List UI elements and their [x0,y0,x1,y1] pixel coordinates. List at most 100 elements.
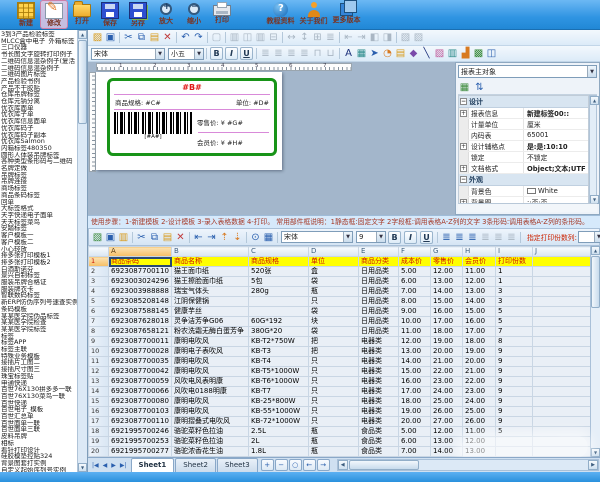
sidebar-item[interactable]: 客户模板二 [1,239,78,246]
grid-cell[interactable]: 15.00 [431,297,463,307]
row-number[interactable]: 7 [89,317,109,327]
grid-cell[interactable]: 5.00 [399,267,431,277]
row-number[interactable]: 13 [89,377,109,387]
grid-cell[interactable]: 24.00 [431,387,463,397]
cell-align-right-icon[interactable] [466,231,479,244]
sheet-action-button[interactable]: ← [303,459,316,471]
underline-button[interactable]: U [240,47,253,60]
grid-cell[interactable]: 瓶 [309,437,359,447]
sidebar-item[interactable]: 某某医学院伪品标签 [1,313,78,320]
sidebar-item[interactable]: 新ERP防伪序列号速查实例 [1,299,78,306]
sidebar-item[interactable]: 二维码图片标签 [1,71,78,78]
grid-cell[interactable]: 13.00 [399,347,431,357]
grid-cell[interactable]: 康明电吹风 [172,407,249,417]
grid-cell[interactable]: 9 [496,417,533,427]
grid-font-select[interactable]: 宋体 ▼ [281,231,353,243]
grid-cell[interactable]: 21.00 [431,357,463,367]
export-icon[interactable] [117,231,130,244]
grid-cell[interactable]: 电器类 [359,367,399,377]
grid-cell[interactable]: 17.00 [431,317,463,327]
grid-cell[interactable]: 成本价 [399,257,431,267]
sidebar-item[interactable]: 背景图套打实例 [1,460,78,467]
grid-cell[interactable]: 13.00 [431,437,463,447]
grid-cell[interactable]: 18.00 [463,337,496,347]
property-row[interactable]: +文档格式Object;文本;UTF [459,163,588,174]
grid-cell[interactable]: 6923087700103 [109,407,172,417]
scroll-up-icon[interactable]: ▲ [591,246,600,255]
same-size-icon[interactable] [311,31,324,44]
grid-cell[interactable]: 13.00 [463,287,496,297]
sidebar-item[interactable]: 百世电子_模板 [1,406,78,413]
grid-cell[interactable]: 日用品类 [359,267,399,277]
scroll-down-icon[interactable]: ▼ [78,463,87,472]
about-button[interactable]: 关于我们 [297,0,330,29]
insert-row-down-icon[interactable] [231,231,244,244]
sidebar-item[interactable]: 百世76X130菜鸟一联 [1,393,78,400]
sidebar-item[interactable]: 百世汇总单 [1,413,78,420]
grid-cell[interactable]: 17.00 [463,327,496,337]
sheet-action-button[interactable]: ○ [289,459,302,471]
retail-price-field[interactable]: 零售价: ¥ #G# [197,117,270,127]
row-number[interactable]: 12 [89,367,109,377]
grid-cell[interactable]: 电器类 [359,397,399,407]
copy-icon[interactable] [135,31,148,44]
row-number[interactable]: 4 [89,287,109,297]
tab-nav-button[interactable]: |◀ [90,459,101,472]
row-number[interactable]: 20 [89,447,109,457]
grid-cell[interactable]: 食品类 [359,427,399,437]
zoom-out-button[interactable]: 缩小 [180,0,208,29]
grid-cell[interactable]: 食品类 [359,437,399,447]
grid-cell[interactable]: 14.00 [431,287,463,297]
import-icon[interactable] [91,231,104,244]
grid-cell[interactable]: 商品分类 [359,257,399,267]
sidebar-item[interactable]: 3到3产品检验标签 [1,31,78,38]
align-right-icon[interactable] [254,31,267,44]
grid-horizontal-scrollbar[interactable]: ◀ ▶ [337,459,599,471]
grid-cell[interactable]: 22.00 [463,377,496,387]
grid-cell[interactable]: 健康芋丝 [172,307,249,317]
sidebar-item[interactable]: 某某医学院检查 [1,319,78,326]
sidebar-item[interactable]: 名牌定做 [1,165,78,172]
spec-field[interactable]: 商品规格: #C# [115,97,161,107]
grid-cell[interactable]: 骆驼浓香花生油 [172,447,249,457]
insert-col-left-icon[interactable] [192,231,205,244]
grid-cell[interactable]: 袋 [309,277,359,287]
sidebar-item[interactable]: 排多张打印模板2 [1,259,78,266]
grid-cell[interactable]: 袋 [309,307,359,317]
grid-cell[interactable]: 6923087700028 [109,347,172,357]
column-header-F[interactable]: F [399,247,431,257]
grid-cell[interactable]: 2L [249,437,309,447]
grid-cell[interactable]: 8.00 [399,297,431,307]
grid-cell[interactable]: 5 [496,307,533,317]
table-icon[interactable] [262,231,275,244]
more-versions-button[interactable]: 更多版本 [330,0,363,29]
cut-icon[interactable] [135,231,148,244]
member-price-field[interactable]: 会员价: ¥ #H# [197,137,270,147]
image-tool-icon[interactable] [355,47,368,60]
grid-cell[interactable]: 19.00 [431,337,463,347]
grid-cell[interactable]: 18.00 [399,397,431,407]
grid-cell[interactable]: 9 [496,367,533,377]
sheet-tab-sheet1[interactable]: Sheet1 [131,458,175,472]
grid-cell[interactable]: 6923087700110 [109,417,172,427]
sheet-action-button[interactable]: − [275,459,288,471]
property-row[interactable]: 内码表65001 [459,130,588,141]
paint-tool-icon[interactable] [407,47,420,60]
grid-cell[interactable]: 9 [496,377,533,387]
unit-field[interactable]: 单位: #D# [236,97,269,107]
grid-underline-button[interactable]: U [420,231,433,244]
sidebar-item[interactable]: 二维码信息混杂例子(复活 [1,58,78,65]
grid-bold-button[interactable]: B [388,231,401,244]
row-number[interactable]: 18 [89,427,109,437]
grid-cell[interactable]: 5 [496,427,533,437]
property-row[interactable]: +报表信息新建标签00:: [459,108,588,119]
copy-icon[interactable] [148,231,161,244]
grid-cell[interactable]: 康明电吹风 [172,337,249,347]
grid-cell[interactable]: 6923087700059 [109,377,172,387]
grid-cell[interactable] [533,297,591,307]
grid-cell[interactable]: 5包 [249,277,309,287]
grid-cell[interactable]: 单位 [309,257,359,267]
print-copies-select[interactable]: ▼ [578,231,600,243]
grid-cell[interactable]: 7 [496,327,533,337]
line-tool-icon[interactable] [420,47,433,60]
